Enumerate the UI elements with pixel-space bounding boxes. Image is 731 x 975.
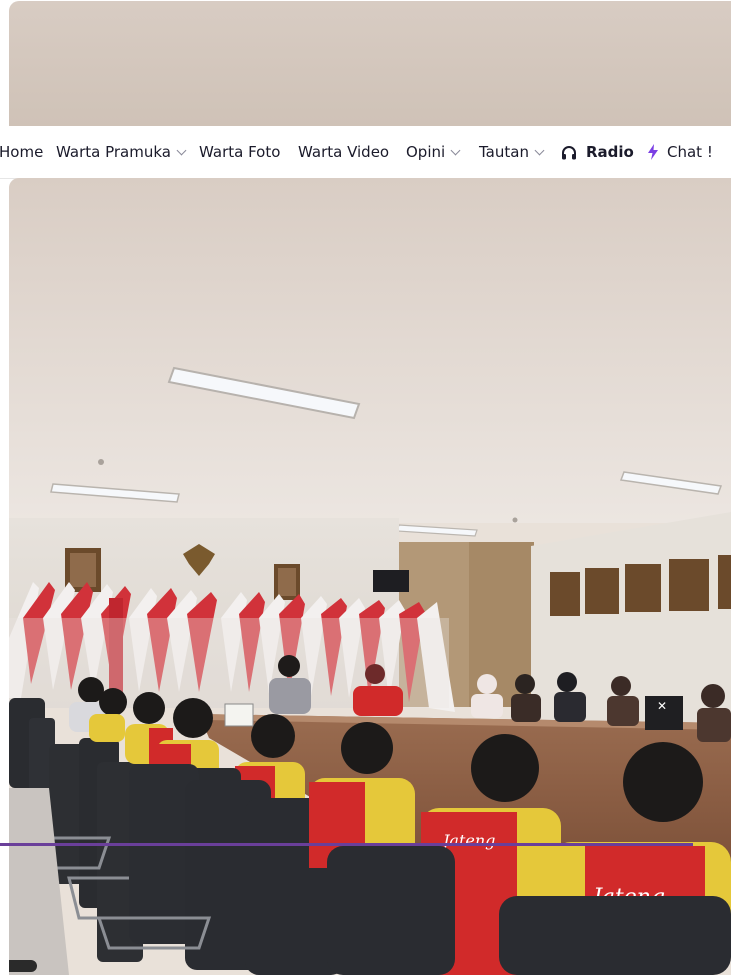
- accent-divider: [0, 843, 693, 846]
- nav-warta-foto-label: Warta Foto: [199, 143, 281, 161]
- chevron-down-icon: [534, 145, 545, 156]
- nav-radio-label: Radio: [586, 143, 634, 161]
- nav-home-label: Home: [0, 143, 44, 161]
- nav-tautan-label: Tautan: [479, 143, 529, 161]
- lightning-icon: [648, 144, 658, 160]
- chevron-down-icon: [450, 145, 461, 156]
- main-navigation: Home Warta Pramuka Warta Foto Warta Vide…: [0, 126, 731, 179]
- nav-opini[interactable]: Opini: [406, 126, 461, 178]
- nav-warta-pramuka-label: Warta Pramuka: [56, 143, 171, 161]
- chevron-down-icon: [176, 145, 187, 156]
- nav-chat[interactable]: Chat !: [648, 126, 713, 178]
- nav-warta-video[interactable]: Warta Video: [298, 126, 389, 178]
- svg-text:✕: ✕: [657, 699, 667, 713]
- nav-tautan[interactable]: Tautan: [479, 126, 545, 178]
- nav-warta-video-label: Warta Video: [298, 143, 390, 161]
- nav-radio[interactable]: Radio: [561, 126, 634, 178]
- nav-home[interactable]: Home: [0, 126, 43, 178]
- hero-image-top: [9, 1, 731, 126]
- meeting-room-photo: ✕ Jateng: [9, 178, 731, 975]
- nav-warta-pramuka[interactable]: Warta Pramuka: [56, 126, 187, 178]
- article-photo: ✕ Jateng: [9, 178, 731, 975]
- headphones-icon: [561, 145, 577, 160]
- nav-opini-label: Opini: [406, 143, 446, 161]
- nav-warta-foto[interactable]: Warta Foto: [199, 126, 280, 178]
- shirt-text-1: Jateng: [440, 831, 495, 850]
- corner-decoration: [9, 960, 37, 972]
- nav-chat-label: Chat !: [667, 143, 713, 161]
